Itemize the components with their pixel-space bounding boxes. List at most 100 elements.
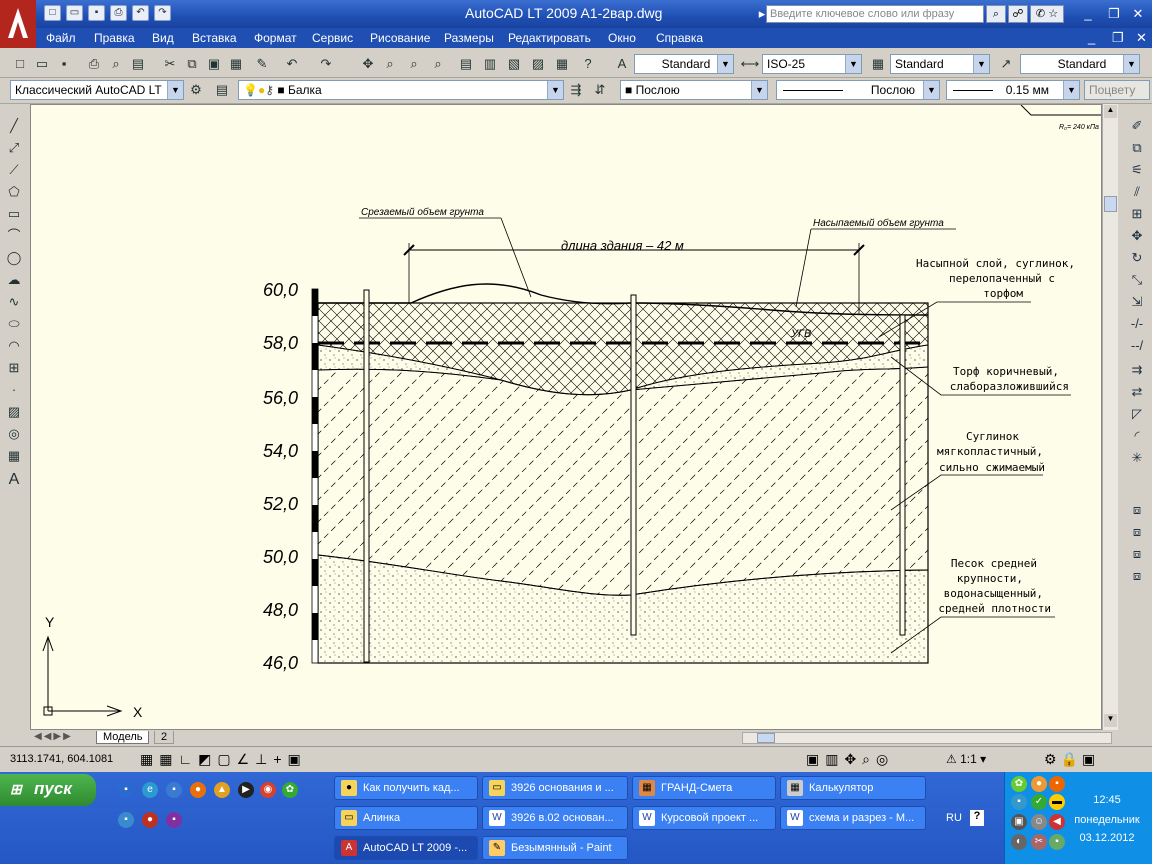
media-icon[interactable]: ▶ bbox=[238, 782, 254, 798]
polyline-icon[interactable]: ⟋ bbox=[4, 160, 24, 180]
menu-file[interactable]: Файл bbox=[46, 31, 76, 45]
menu-draw[interactable]: Рисование bbox=[370, 31, 430, 45]
move-icon[interactable]: ✥ bbox=[1127, 226, 1147, 246]
menu-help[interactable]: Справка bbox=[656, 31, 703, 45]
array-icon[interactable]: ⊞ bbox=[1127, 204, 1147, 224]
publish-icon[interactable]: ▤ bbox=[128, 54, 148, 74]
vertical-scrollbar[interactable]: ▲ ▼ bbox=[1102, 104, 1118, 730]
scroll-down-icon[interactable]: ▼ bbox=[1104, 714, 1117, 727]
new-icon[interactable]: □ bbox=[10, 54, 30, 74]
circle-icon[interactable]: ◯ bbox=[4, 248, 24, 268]
plot-icon[interactable]: ⎙ bbox=[84, 54, 104, 74]
minimize-icon[interactable]: _ bbox=[1078, 6, 1098, 21]
view-tools[interactable]: ▣▥✥⌕◎ bbox=[806, 751, 894, 768]
tab-layout-2[interactable]: 2 bbox=[154, 731, 175, 744]
zoom-previous-icon[interactable]: ⌕ bbox=[428, 54, 448, 74]
tab-nav-icon[interactable]: ◀◀▶▶ bbox=[34, 731, 73, 742]
table-style-dropdown[interactable]: Standard ▼ bbox=[890, 54, 990, 74]
doc-close-icon[interactable]: ✕ bbox=[1136, 30, 1147, 46]
task-button-2[interactable]: ▭ 3926 основания и ... bbox=[482, 776, 628, 800]
status-tray[interactable]: ⚙🔒▣ bbox=[1044, 751, 1099, 768]
tray-icon-5[interactable]: ✓ bbox=[1031, 794, 1047, 810]
sheet-set-icon[interactable]: ▨ bbox=[528, 54, 548, 74]
color-dropdown[interactable]: ■ Послою ▼ bbox=[620, 80, 768, 100]
save-icon[interactable]: ▪ bbox=[88, 5, 105, 21]
text-style-dropdown[interactable]: Standard ▼ bbox=[634, 54, 734, 74]
task-button-8[interactable]: Wсхема и разрез - M... bbox=[780, 806, 926, 830]
hscroll-thumb[interactable] bbox=[757, 733, 775, 743]
favorites-icon[interactable]: ✆ ☆ bbox=[1030, 5, 1064, 23]
mtext-icon[interactable]: A bbox=[4, 470, 24, 490]
search-input[interactable]: Введите ключевое слово или фразу bbox=[766, 5, 984, 23]
layer-previous-icon[interactable]: ⇵ bbox=[590, 80, 610, 100]
pan-icon[interactable]: ✥ bbox=[358, 54, 378, 74]
insert-block-icon[interactable]: ⊞ bbox=[4, 358, 24, 378]
tray-icon-7[interactable]: ▣ bbox=[1011, 814, 1027, 830]
explode-icon[interactable]: ✳ bbox=[1127, 448, 1147, 468]
paste-icon[interactable]: ▣ bbox=[204, 54, 224, 74]
quicklaunch-icon-9[interactable]: ▪ bbox=[118, 812, 134, 828]
help-icon[interactable]: ? bbox=[578, 54, 598, 74]
task-button-autocad[interactable]: A AutoCAD LT 2009 -... bbox=[334, 836, 478, 860]
tray-icon-8[interactable]: ☺ bbox=[1031, 814, 1047, 830]
region-icon[interactable]: ◎ bbox=[4, 424, 24, 444]
rectangle-icon[interactable]: ▭ bbox=[4, 204, 24, 224]
redo-icon[interactable]: ↷ bbox=[154, 5, 171, 21]
draworder-back-icon[interactable]: ⧈ bbox=[1127, 522, 1147, 542]
tool-palettes-icon[interactable]: ▧ bbox=[504, 54, 524, 74]
layer-dropdown[interactable]: 💡●⚷ ■ Балка ▼ bbox=[238, 80, 564, 100]
linetype-dropdown[interactable]: Послою ▼ bbox=[776, 80, 940, 100]
tray-icon-1[interactable]: ✿ bbox=[1011, 776, 1027, 792]
tray-icon-11[interactable]: ✂ bbox=[1031, 834, 1047, 850]
language-indicator[interactable]: RU bbox=[946, 812, 962, 824]
offset-icon[interactable]: ⫽ bbox=[1127, 182, 1147, 202]
drafting-toggles[interactable]: ▦▦∟◩▢∠⊥+▣ bbox=[140, 751, 307, 768]
construction-line-icon[interactable]: ⤢ bbox=[4, 138, 24, 158]
tray-icon-2[interactable]: ● bbox=[1031, 776, 1047, 792]
ellipse-arc-icon[interactable]: ◠ bbox=[4, 336, 24, 356]
tray-icon-12[interactable]: ▪ bbox=[1049, 834, 1065, 850]
save-icon[interactable]: ▪ bbox=[54, 54, 74, 74]
tab-model[interactable]: Модель bbox=[96, 731, 150, 744]
paste-block-icon[interactable]: ▦ bbox=[226, 54, 246, 74]
doc-minimize-icon[interactable]: _ bbox=[1088, 30, 1095, 45]
fillet-icon[interactable]: ◜ bbox=[1127, 426, 1147, 446]
redo-icon[interactable]: ↷ bbox=[316, 54, 336, 74]
make-current-layer-icon[interactable]: ⇶ bbox=[566, 80, 586, 100]
annotation-scale[interactable]: 1:1 bbox=[960, 752, 977, 766]
copy-icon[interactable]: ⧉ bbox=[182, 54, 202, 74]
workspace-settings-icon[interactable]: ⚙ bbox=[186, 80, 206, 100]
extend-icon[interactable]: --/ bbox=[1127, 336, 1147, 356]
stretch-icon[interactable]: ⇲ bbox=[1127, 292, 1147, 312]
arc-icon[interactable]: ⌒ bbox=[4, 226, 24, 246]
undo-icon[interactable]: ↶ bbox=[282, 54, 302, 74]
properties-icon[interactable]: ▤ bbox=[456, 54, 476, 74]
trim-icon[interactable]: -/- bbox=[1127, 314, 1147, 334]
menu-dimension[interactable]: Размеры bbox=[444, 31, 494, 45]
task-button-4[interactable]: ▦ Калькулятор bbox=[780, 776, 926, 800]
task-button-3[interactable]: ▦ ГРАНД-Смета bbox=[632, 776, 776, 800]
open-icon[interactable]: ▭ bbox=[32, 54, 52, 74]
calculator-icon[interactable]: ▦ bbox=[552, 54, 572, 74]
zoom-window-icon[interactable]: ⌕ bbox=[404, 54, 424, 74]
tray-icon-3[interactable]: ▪ bbox=[1049, 776, 1065, 792]
print-icon[interactable]: ⎙ bbox=[110, 5, 127, 21]
menu-view[interactable]: Вид bbox=[152, 31, 174, 45]
ellipse-icon[interactable]: ⬭ bbox=[4, 314, 24, 334]
clock-time[interactable]: 12:45 bbox=[1067, 794, 1147, 806]
cut-icon[interactable]: ✂ bbox=[160, 54, 180, 74]
firefox-icon[interactable]: ● bbox=[190, 782, 206, 798]
comm-center-icon[interactable]: ☍ bbox=[1008, 5, 1028, 23]
restore-icon[interactable]: ❐ bbox=[1104, 6, 1124, 22]
draworder-above-icon[interactable]: ⧈ bbox=[1127, 544, 1147, 564]
horizontal-scrollbar[interactable] bbox=[742, 732, 1112, 744]
start-button[interactable]: ⊞ пуск bbox=[0, 774, 96, 806]
tray-icon-4[interactable]: ▪ bbox=[1011, 794, 1027, 810]
task-button-1[interactable]: ● Как получить кад... bbox=[334, 776, 478, 800]
qnew-icon[interactable]: □ bbox=[44, 5, 61, 21]
line-icon[interactable]: ╱ bbox=[4, 116, 24, 136]
menu-tools[interactable]: Сервис bbox=[312, 31, 353, 45]
mirror-icon[interactable]: ⚟ bbox=[1127, 160, 1147, 180]
task-button-paint[interactable]: ✎ Безымянный - Paint bbox=[482, 836, 628, 860]
tray-icon-10[interactable]: ◐ bbox=[1011, 834, 1027, 850]
